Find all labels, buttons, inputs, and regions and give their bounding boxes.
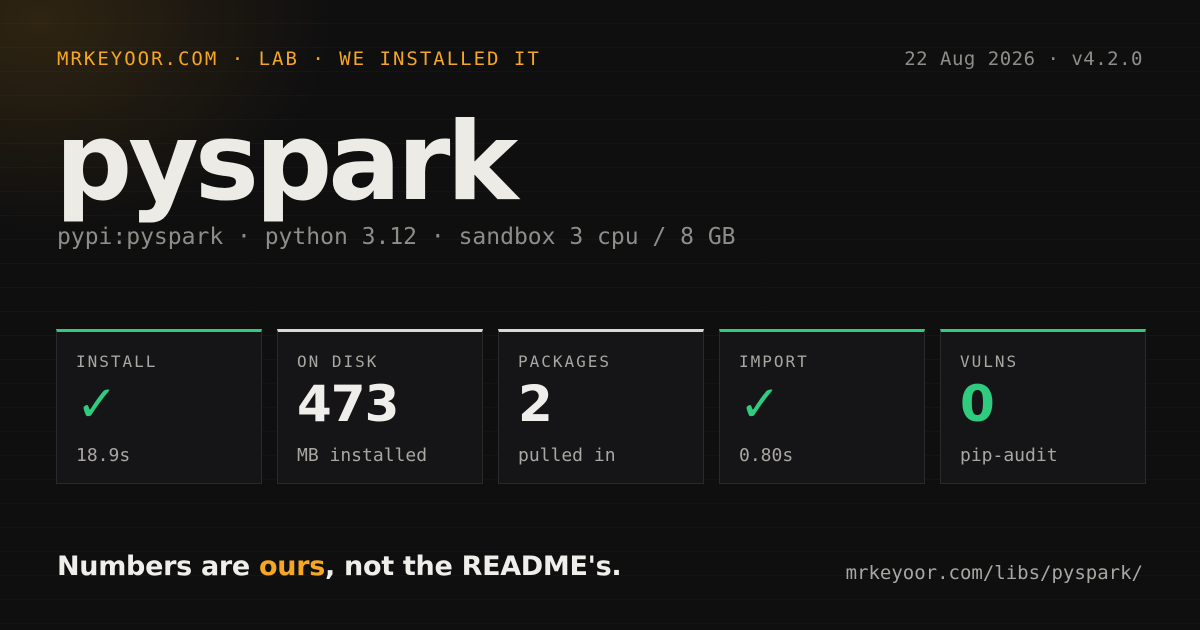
- card-value: 2: [518, 375, 553, 433]
- date-version: 22 Aug 2026 · v4.2.0: [904, 48, 1143, 70]
- card-label: PACKAGES: [518, 352, 612, 371]
- page-title: pyspark: [55, 100, 518, 225]
- import-card: IMPORT ✓ 0.80s: [719, 329, 925, 484]
- vulns-card: VULNS 0 pip-audit: [940, 329, 1146, 484]
- check-icon: ✓: [76, 375, 118, 433]
- card-label: INSTALL: [76, 352, 158, 371]
- tagline-after: , not the README's.: [325, 551, 622, 582]
- card-sub: pip-audit: [960, 445, 1058, 466]
- tagline-accent: ours: [259, 551, 325, 582]
- page-url: mrkeyoor.com/libs/pyspark/: [845, 562, 1143, 584]
- card-sub: MB installed: [297, 445, 428, 466]
- card-label: VULNS: [960, 352, 1019, 371]
- tagline-before: Numbers are: [57, 551, 260, 582]
- card-value: 473: [297, 375, 399, 433]
- card-sub: pulled in: [518, 445, 616, 466]
- card-label: IMPORT: [739, 352, 809, 371]
- site-kicker: MRKEYOOR.COM · LAB · WE INSTALLED IT: [57, 48, 541, 70]
- card-sub: 18.9s: [76, 445, 131, 466]
- card-sub: 0.80s: [739, 445, 794, 466]
- on-disk-card: ON DISK 473 MB installed: [277, 329, 483, 484]
- card-value: 0: [960, 375, 995, 433]
- tagline: Numbers are ours, not the README's.: [57, 551, 622, 582]
- check-icon: ✓: [739, 375, 781, 433]
- environment-subtitle: pypi:pyspark · python 3.12 · sandbox 3 c…: [57, 224, 736, 250]
- header-bar: MRKEYOOR.COM · LAB · WE INSTALLED IT 22 …: [57, 48, 1143, 70]
- card-label: ON DISK: [297, 352, 379, 371]
- stats-cards: INSTALL ✓ 18.9s ON DISK 473 MB installed…: [56, 329, 1146, 484]
- packages-card: PACKAGES 2 pulled in: [498, 329, 704, 484]
- install-card: INSTALL ✓ 18.9s: [56, 329, 262, 484]
